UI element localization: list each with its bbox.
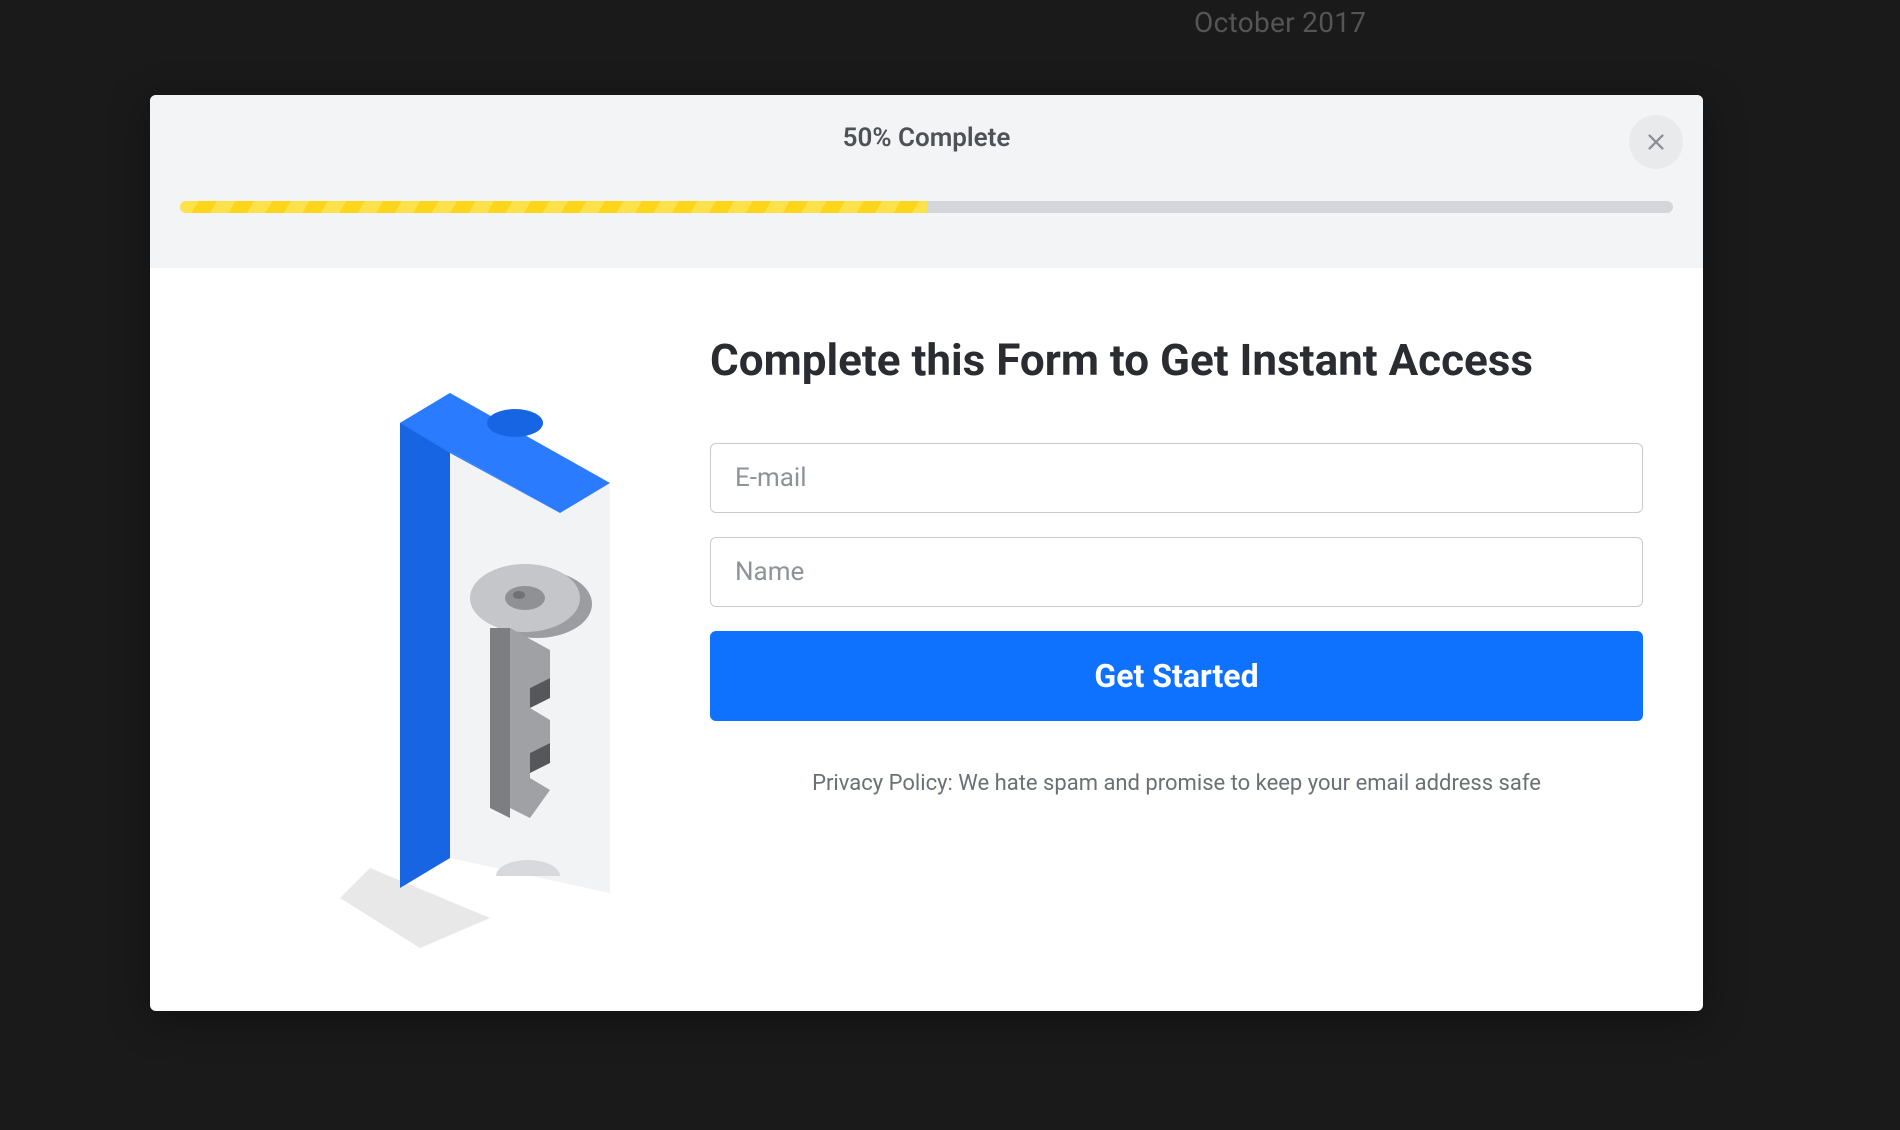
close-button[interactable] bbox=[1629, 115, 1683, 169]
privacy-text: Privacy Policy: We hate spam and promise… bbox=[710, 771, 1643, 796]
modal-body: Complete this Form to Get Instant Access… bbox=[150, 268, 1703, 1011]
progress-bar bbox=[180, 201, 1673, 213]
progress-bar-fill bbox=[180, 201, 927, 213]
modal-header: 50% Complete bbox=[150, 95, 1703, 268]
progress-label: 50% Complete bbox=[843, 123, 1011, 153]
email-field[interactable] bbox=[710, 443, 1643, 513]
form-title: Complete this Form to Get Instant Access bbox=[710, 333, 1643, 388]
get-started-button[interactable]: Get Started bbox=[710, 631, 1643, 721]
signup-modal: 50% Complete bbox=[150, 95, 1703, 1011]
illustration-column bbox=[150, 268, 710, 1011]
close-icon bbox=[1645, 131, 1667, 153]
form-column: Complete this Form to Get Instant Access… bbox=[710, 268, 1703, 1011]
key-ticket-icon bbox=[340, 328, 690, 948]
name-field[interactable] bbox=[710, 537, 1643, 607]
modal-overlay: 50% Complete bbox=[0, 0, 1900, 1130]
